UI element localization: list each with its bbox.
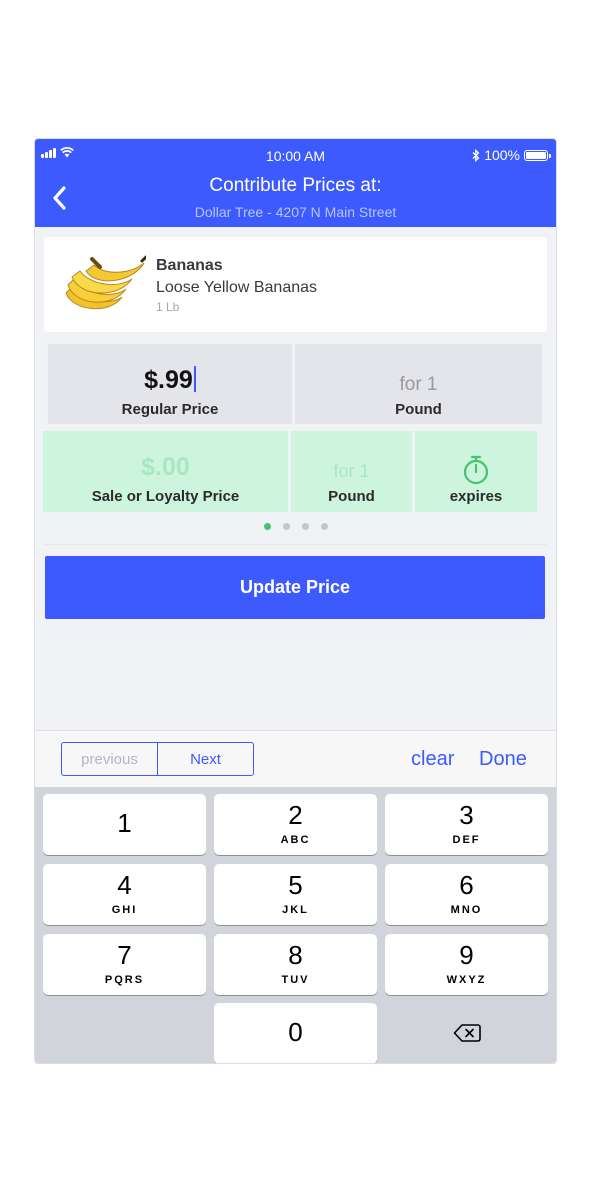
key-digit: 4 [117,870,132,900]
page-dot[interactable] [301,523,309,530]
key-letters: PQRS [104,974,145,986]
key-digit: 8 [288,940,303,970]
key-5[interactable]: 5 JKL [214,864,377,925]
text-cursor [193,366,196,392]
regular-price-text: $.99 [144,366,193,394]
page-indicator[interactable] [35,523,556,530]
status-right: 100% [472,147,551,163]
sale-price-field[interactable]: $.00 Sale or Loyalty Price [43,431,288,512]
key-digit: 3 [459,800,474,830]
key-digit: 7 [117,940,132,970]
done-button[interactable]: Done [479,748,527,771]
status-bar: 10:00 AM 100% [35,147,556,165]
banana-image [65,255,146,310]
key-digit: 2 [288,800,303,830]
numeric-keypad: 1 2 ABC 3 DEF 4 GHI 5 JKL 6 MNO 7 PQRS 8 TUV 9 W… [35,787,556,1063]
page-dot[interactable] [320,523,328,530]
regular-quantity: for 1 [399,374,438,395]
key-3[interactable]: 3 DEF [385,794,548,855]
regular-unit-label: Pound [395,401,442,418]
key-digit: 5 [288,870,303,900]
keyboard-toolbar: previous Next clear Done [35,730,556,787]
stopwatch-icon [463,455,489,485]
sale-price-value: $.00 [141,453,190,481]
key-digit: 1 [117,808,132,838]
next-button[interactable]: Next [158,743,253,775]
product-name: Bananas [156,257,223,274]
page-title: Contribute Prices at: [209,175,382,196]
prev-next-control: previous Next [61,742,254,776]
sale-unit-label: Pound [328,488,375,505]
sale-price-label: Sale or Loyalty Price [91,488,240,505]
product-size: 1 Lb [156,300,180,314]
key-letters: TUV [281,974,310,986]
key-6[interactable]: 6 MNO [385,864,548,925]
divider [44,544,547,545]
key-letters: DEF [452,834,481,846]
key-0[interactable]: 0 [214,1003,377,1063]
key-digit: 6 [459,870,474,900]
key-2[interactable]: 2 ABC [214,794,377,855]
key-digit: 9 [459,940,474,970]
key-1[interactable]: 1 [43,794,206,855]
regular-unit-field[interactable]: for 1 Pound [295,344,542,424]
battery-icon [524,149,551,161]
key-8[interactable]: 8 TUV [214,934,377,995]
key-letters: GHI [111,904,138,916]
backspace-icon [453,1024,481,1042]
key-letters: MNO [450,904,483,916]
regular-price-label: Regular Price [121,401,219,418]
header-bar: 10:00 AM 100% Contribute Prices at: Doll… [35,139,556,227]
bluetooth-icon [472,148,480,162]
clear-button[interactable]: clear [411,748,454,771]
update-price-button[interactable]: Update Price [45,556,545,619]
expires-label: expires [449,488,503,505]
page-dot[interactable] [282,523,290,530]
sale-expires-field[interactable]: expires [415,431,537,512]
key-letters: JKL [282,904,309,916]
product-description: Loose Yellow Bananas [156,279,318,296]
delete-key[interactable] [385,1003,548,1063]
key-9[interactable]: 9 WXYZ [385,934,548,995]
phone-screen: 10:00 AM 100% Contribute Prices at: Doll… [34,138,557,1064]
previous-button[interactable]: previous [62,743,158,775]
battery-percent: 100% [484,147,520,163]
key-7[interactable]: 7 PQRS [43,934,206,995]
sale-unit-field[interactable]: for 1 Pound [291,431,412,512]
key-4[interactable]: 4 GHI [43,864,206,925]
regular-price-field[interactable]: $.99 Regular Price [48,344,292,424]
store-subtitle: Dollar Tree - 4207 N Main Street [194,204,397,220]
sale-quantity: for 1 [333,461,370,481]
key-letters: ABC [280,834,311,846]
regular-price-value[interactable]: $.99 [48,366,292,395]
page-dot[interactable] [263,523,271,530]
product-card: Bananas Loose Yellow Bananas 1 Lb [44,237,547,332]
key-digit: 0 [288,1017,303,1047]
key-letters: WXYZ [446,974,487,986]
